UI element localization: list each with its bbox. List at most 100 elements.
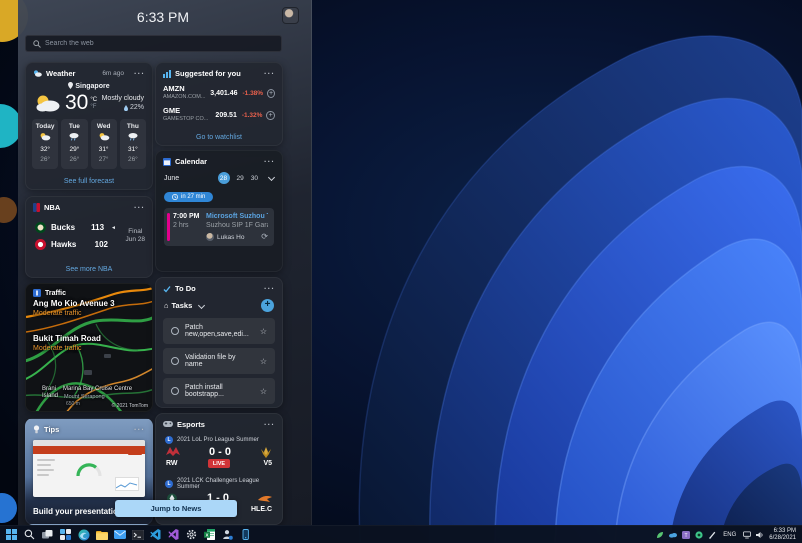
task-item[interactable]: Patch install bootstrapp... ☆ [163,378,275,404]
task-checkbox[interactable] [171,357,179,365]
cloud-sun-icon [36,95,60,112]
edge-icon[interactable] [77,528,90,541]
settings-gear-icon[interactable] [185,528,198,541]
forecast-day[interactable]: Wed 31° 27° [90,119,117,169]
task-star-icon[interactable]: ☆ [260,327,267,336]
stocks-menu-button[interactable]: ··· [264,69,275,78]
search-input[interactable] [45,40,274,47]
phone-link-icon[interactable] [239,528,252,541]
task-label: Patch new,open,save,edi... [185,324,249,338]
weather-icon [34,70,42,77]
winner-marker-icon: ◄ [111,224,116,231]
widgets-button[interactable] [59,528,72,541]
match-score: 0 - 0 [208,446,231,458]
weather-widget[interactable]: Weather 6m ago ··· Singapore 30 °C °F Mos… [25,62,153,190]
weather-precipitation: 22% [129,104,144,111]
forecast-day[interactable]: Today 32° 26° [32,119,59,169]
weather-condition: Mostly cloudy [101,95,144,102]
stocks-chart-icon [163,69,171,78]
add-to-watchlist-icon[interactable]: + [267,88,275,98]
esports-menu-button[interactable]: ··· [264,420,275,429]
todo-check-icon [163,285,171,293]
traffic-title: Traffic [45,289,67,297]
tray-onedrive-icon[interactable] [669,531,678,539]
tray-pen-icon[interactable] [708,531,716,539]
task-star-icon[interactable]: ☆ [260,357,267,366]
profile-avatar[interactable] [282,7,299,24]
forecast-day[interactable]: Tue 29° 26° [61,119,88,169]
nba-menu-button[interactable]: ··· [134,203,145,212]
mail-icon[interactable] [113,528,126,541]
remote-user-icon[interactable] [221,528,234,541]
language-indicator[interactable]: ENG [721,532,738,538]
gamepad-icon [163,421,173,427]
chevron-down-icon[interactable] [267,173,276,181]
calendar-day[interactable]: 29 [237,175,244,182]
taskbar-clock[interactable]: 6:33 PM 6/28/2021 [769,528,797,542]
calendar-widget[interactable]: Calendar ··· June 28 29 30 in 27 min 7:0… [155,150,283,272]
tips-menu-button[interactable]: ··· [134,425,145,434]
tray-chat-icon[interactable] [695,530,703,539]
tray-teams-icon[interactable]: T [682,530,691,539]
bucks-logo-icon [35,222,46,233]
calendar-reminder-chip[interactable]: in 27 min [164,192,214,202]
task-star-icon[interactable]: ☆ [260,387,267,396]
sync-icon[interactable]: ⟳ [261,233,268,241]
taskbar-search-button[interactable] [23,528,36,541]
visual-studio-icon[interactable] [167,528,180,541]
weather-forecast-link[interactable]: See full forecast [26,178,152,185]
stocks-widget[interactable]: Suggested for you ··· AMZN AMAZON.COM...… [155,62,283,146]
map-label-mount: Mount Serapong [64,394,105,400]
calendar-event[interactable]: 7:00 PM Microsoft Suzhou Toa... 2 hrs Su… [164,208,274,246]
home-icon: ⌂ [164,301,169,310]
lightbulb-icon [33,425,40,434]
web-search-bar[interactable] [25,35,282,52]
start-button[interactable] [5,528,18,541]
tray-leaf-icon[interactable] [656,531,664,539]
calendar-title: Calendar [175,157,208,166]
nba-see-more-link[interactable]: See more NBA [26,266,152,273]
esports-match[interactable]: L 2021 LoL Pro League Summer 0 - 0 RW LI… [156,432,282,471]
stock-symbol: AMZN [163,84,185,93]
weather-temperature: 30 [65,91,89,114]
team2-name: HLE.C [251,506,272,513]
volume-icon[interactable] [756,531,764,539]
todo-widget[interactable]: To Do ··· ⌂ Tasks + Patch new,open,save,… [155,277,283,408]
network-icon[interactable] [743,530,752,539]
stock-row[interactable]: AMZN AMAZON.COM... 3,401.46 -1.38% + [156,81,282,103]
weather-menu-button[interactable]: ··· [134,69,145,78]
add-task-button[interactable]: + [261,299,274,312]
todo-menu-button[interactable]: ··· [264,284,275,293]
calendar-day[interactable]: 30 [251,175,258,182]
team-score: 102 [94,240,108,249]
watchlist-link[interactable]: Go to watchlist [156,134,282,141]
weather-location-row: Singapore [26,82,152,90]
widgets-panel: 6:33 PM Weather 6m ago ··· Singapore 30 … [18,0,312,525]
jump-to-news-button[interactable]: Jump to News [115,500,237,517]
traffic-widget[interactable]: Traffic Ang Mo Kio Avenue 3 Moderate tra… [25,283,153,412]
vscode-icon[interactable] [149,528,162,541]
forecast-day[interactable]: Thu 31° 26° [119,119,146,169]
stock-name: GAMESTOP CO... [163,116,209,122]
task-item[interactable]: Validation file by name ☆ [163,348,275,374]
todo-list-name[interactable]: Tasks [172,301,193,310]
calendar-menu-button[interactable]: ··· [264,157,275,166]
file-explorer-icon[interactable] [95,528,108,541]
event-title: Microsoft Suzhou Toa... [206,213,268,220]
add-to-watchlist-icon[interactable]: + [266,110,275,120]
task-view-button[interactable] [41,528,54,541]
stock-row[interactable]: GME GAMESTOP CO... 209.51 -1.32% + [156,103,282,125]
task-checkbox[interactable] [171,327,179,335]
partly-sunny-icon [40,133,51,141]
task-item[interactable]: Patch new,open,save,edi... ☆ [163,318,275,344]
task-checkbox[interactable] [171,387,179,395]
chevron-down-icon[interactable] [198,301,206,309]
terminal-icon[interactable] [131,528,144,541]
partly-sunny-icon [99,133,109,141]
stock-price: 3,401.46 [210,89,238,97]
calendar-day-selected[interactable]: 28 [217,172,230,184]
map-label-island: Brani Island [42,386,59,399]
excel-icon[interactable]: X [203,528,216,541]
nba-widget[interactable]: NBA ··· Bucks 113 ◄ Hawks 102 Final Jun 2… [25,196,153,278]
league-name: 2021 LCK Challengers League Summer [177,478,260,490]
